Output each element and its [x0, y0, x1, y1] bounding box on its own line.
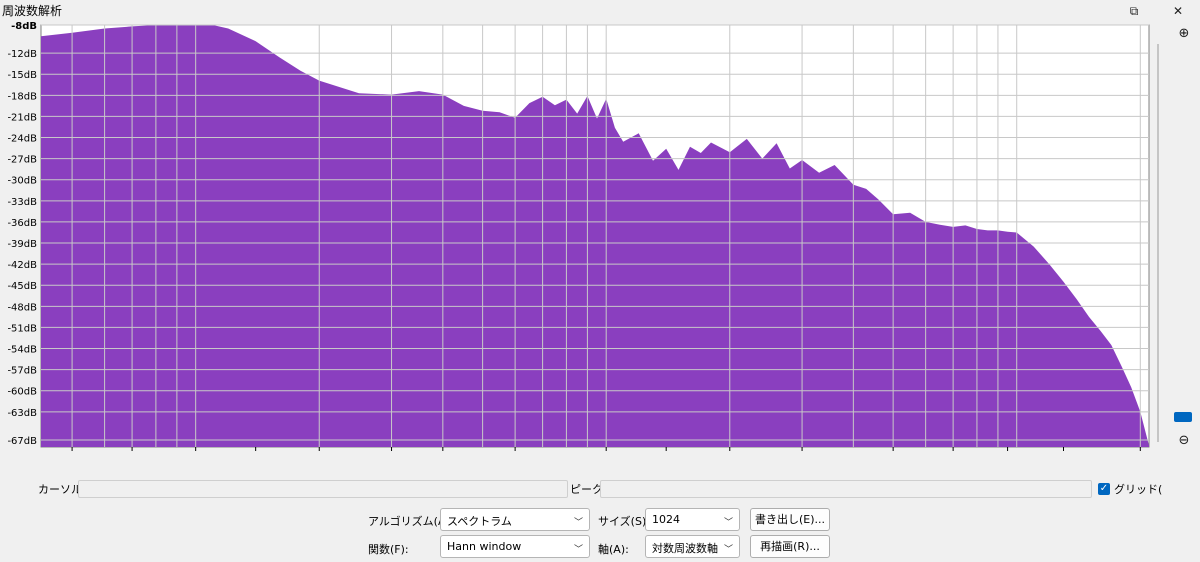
axis-value: 対数周波数軸 [652, 542, 718, 555]
function-select[interactable]: Hann window ﹀ [440, 535, 590, 558]
zoom-slider-thumb[interactable] [1174, 412, 1192, 422]
export-button[interactable]: 書き出し(E)... [750, 508, 830, 531]
chevron-down-icon: ﹀ [573, 545, 583, 555]
function-value: Hann window [447, 540, 522, 553]
restore-icon[interactable]: ⧉ [1114, 0, 1154, 22]
y-tick-label: -48dB [7, 302, 37, 313]
y-tick-label: -42dB [7, 260, 37, 271]
replot-button[interactable]: 再描画(R)... [750, 535, 830, 558]
function-label: 関数(F): [368, 543, 409, 556]
grid-checkbox[interactable]: ✓ [1098, 483, 1110, 495]
y-tick-label: -18dB [7, 91, 37, 102]
y-tick-label: -60dB [7, 387, 37, 398]
algorithm-value: スペクトラム [447, 515, 512, 528]
size-select[interactable]: 1024 ﹀ [645, 508, 740, 531]
y-tick-label: -45dB [7, 281, 37, 292]
size-label: サイズ(S): [598, 515, 650, 528]
y-tick-label: -30dB [7, 176, 37, 187]
zoom-out-icon[interactable]: ⊖ [1175, 432, 1193, 450]
grid-label: グリッド( [1114, 483, 1163, 496]
window-title: 周波数解析 [2, 4, 63, 18]
y-tick-label: -15dB [7, 70, 37, 81]
y-tick-label: -8dB [11, 22, 37, 32]
y-tick-label: -24dB [7, 134, 37, 145]
y-tick-label: -51dB [7, 323, 37, 334]
y-tick-label: -39dB [7, 239, 37, 250]
y-tick-label: -33dB [7, 197, 37, 208]
y-tick-label: -21dB [7, 112, 37, 123]
y-tick-label: -57dB [7, 366, 37, 377]
size-value: 1024 [652, 513, 680, 526]
title-bar: 周波数解析 ⧉ ✕ [0, 0, 1200, 22]
y-tick-label: -67dB [7, 436, 37, 447]
axis-label: 軸(A): [598, 543, 629, 556]
y-tick-label: -27dB [7, 155, 37, 166]
spectrum-plot[interactable]: -8dB -12dB -15dB -18dB -21dB -24dB -27dB -30dB -… [0, 22, 1200, 452]
y-tick-label: -36dB [7, 218, 37, 229]
y-tick-label: -63dB [7, 408, 37, 419]
algorithm-select[interactable]: スペクトラム ﹀ [440, 508, 590, 531]
y-tick-label: -54dB [7, 345, 37, 356]
chevron-down-icon: ﹀ [723, 518, 733, 528]
y-tick-label: -12dB [7, 49, 37, 60]
chevron-down-icon: ﹀ [573, 518, 583, 528]
zoom-in-icon[interactable]: ⊕ [1175, 25, 1193, 43]
chevron-down-icon: ﹀ [723, 545, 733, 555]
peak-field [600, 480, 1092, 498]
cursor-field [78, 480, 568, 498]
close-icon[interactable]: ✕ [1158, 0, 1198, 22]
axis-select[interactable]: 対数周波数軸 ﹀ [645, 535, 740, 558]
